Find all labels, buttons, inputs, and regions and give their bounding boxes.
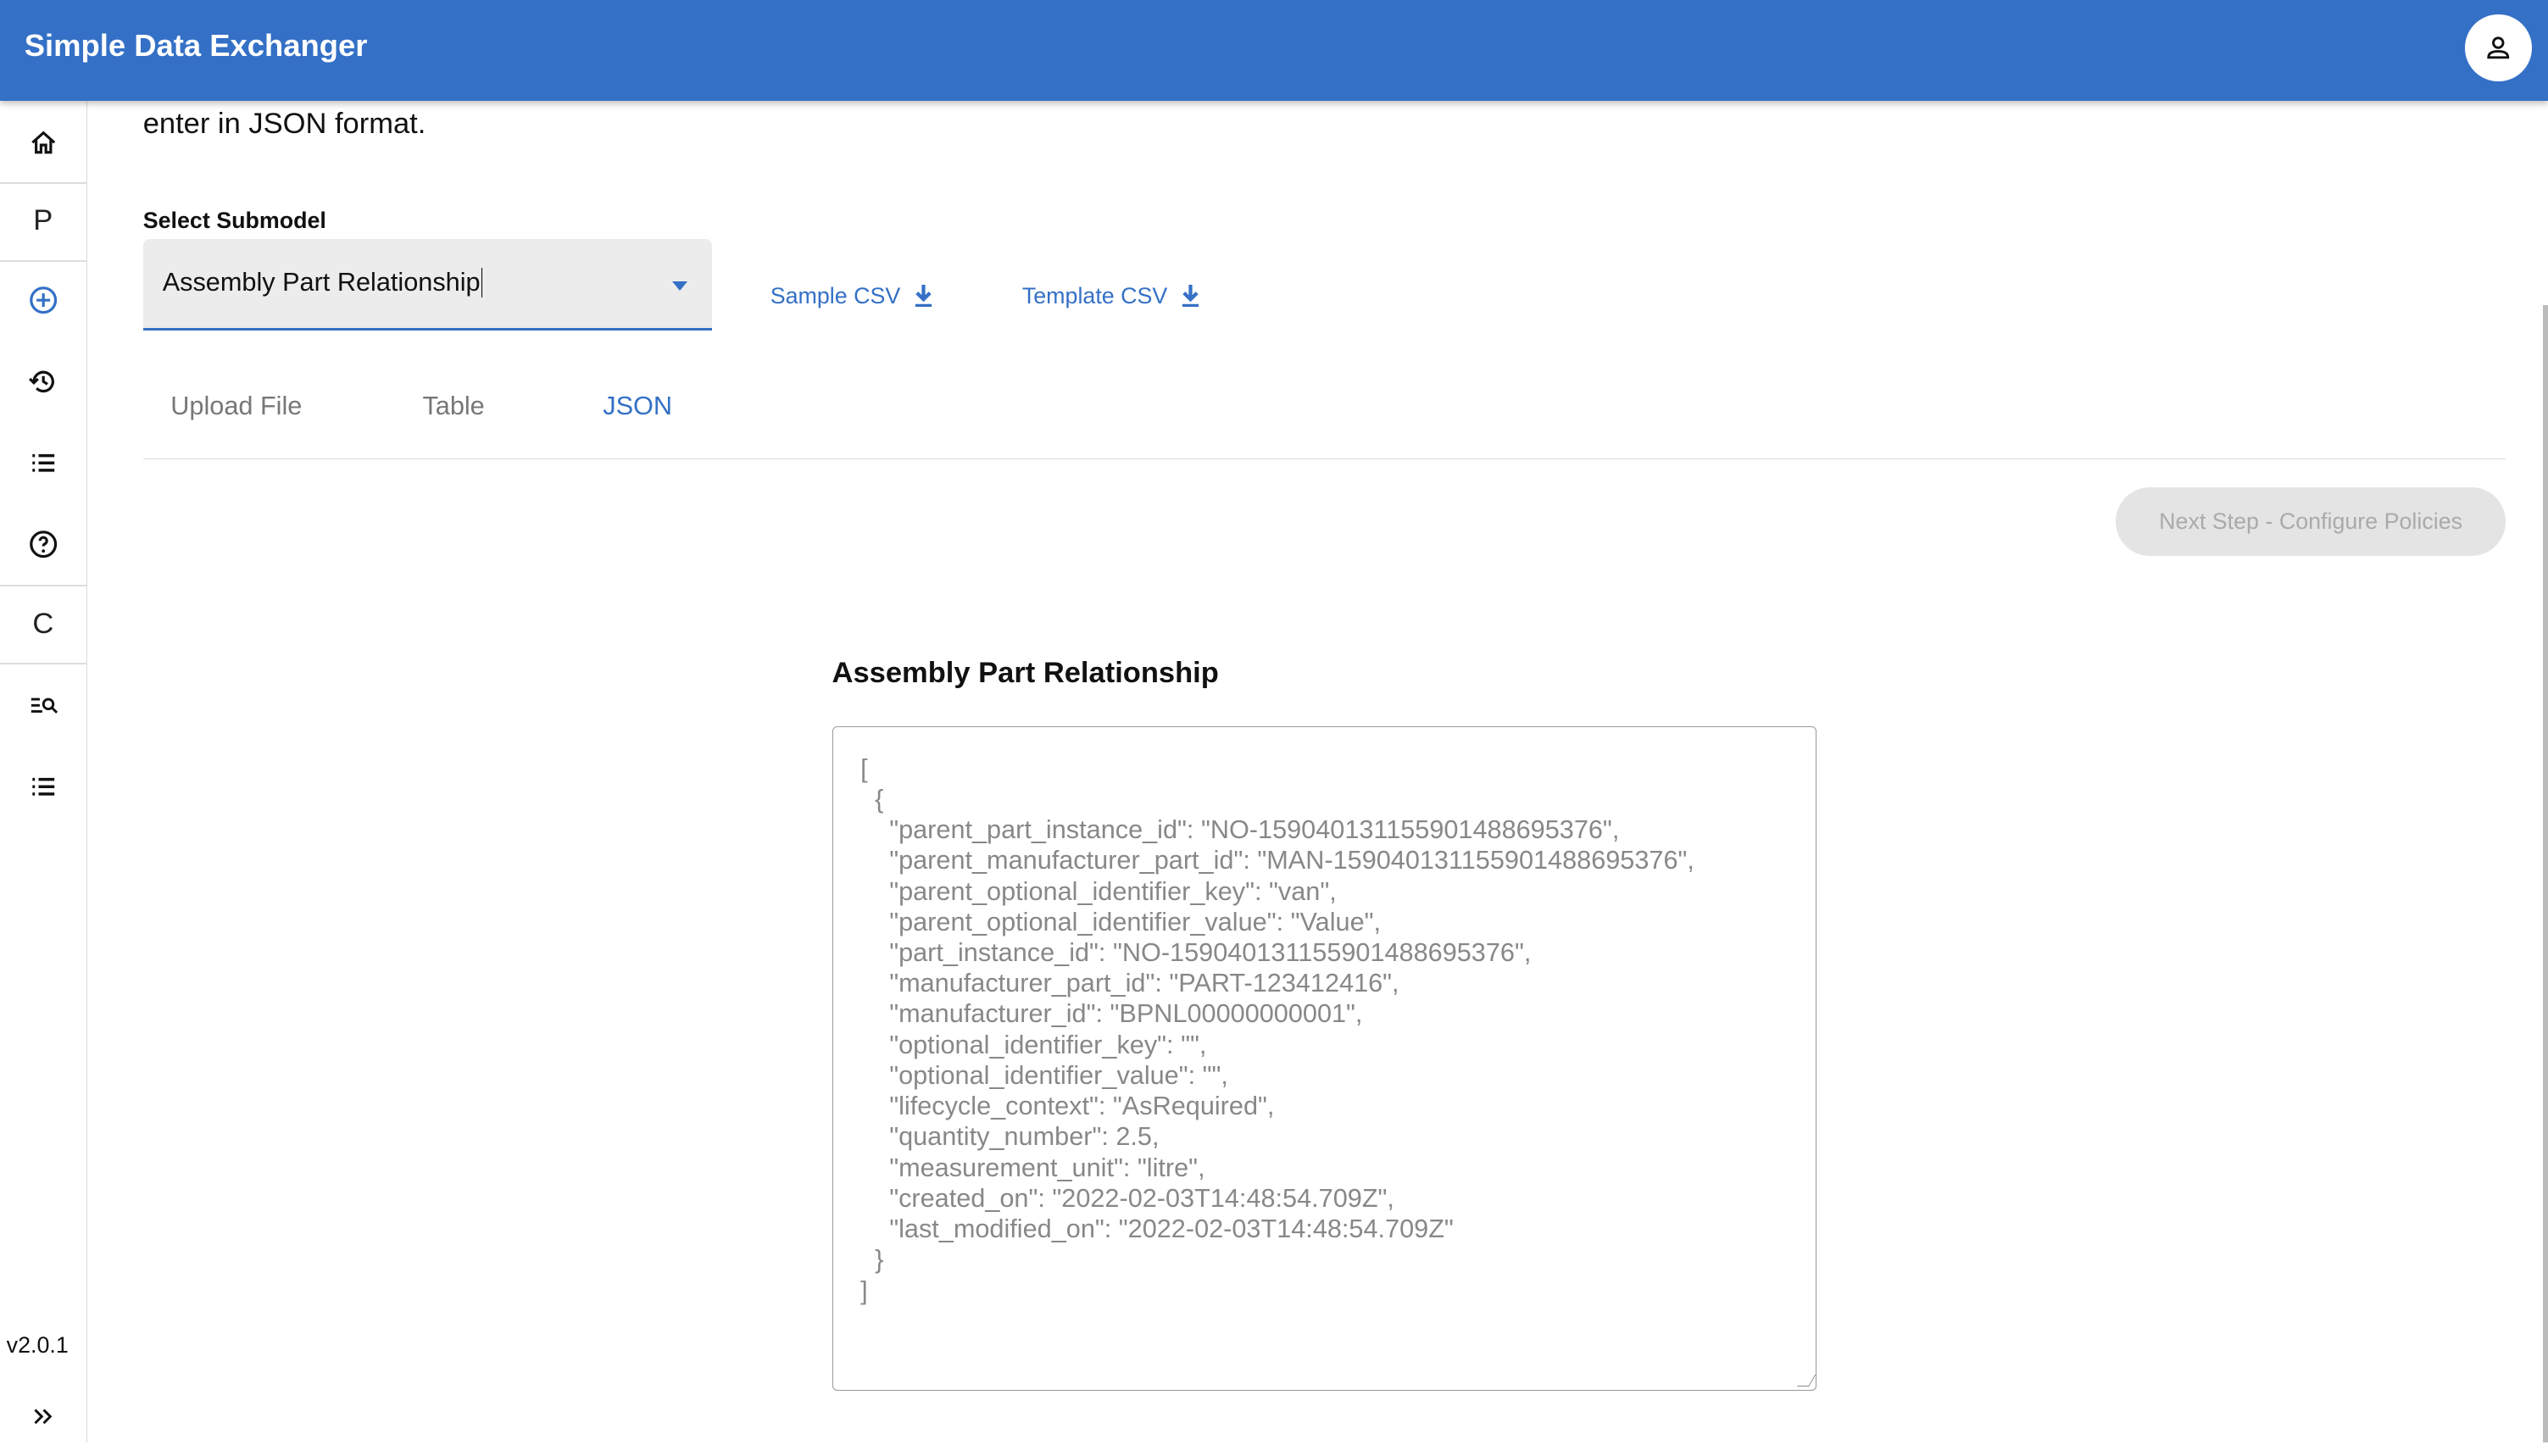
sidebar-item-home[interactable]: [0, 104, 86, 182]
sample-csv-link[interactable]: Sample CSV: [771, 283, 933, 309]
tab-upload-file[interactable]: Upload File: [170, 392, 302, 421]
sidebar-item-search-list[interactable]: [0, 666, 86, 744]
sidebar-item-list[interactable]: [0, 424, 86, 502]
sidebar-item-history[interactable]: [0, 343, 86, 421]
sidebar-item-help[interactable]: [0, 505, 86, 583]
caret-down-icon: [671, 281, 687, 291]
download-icon: [915, 284, 932, 308]
template-csv-label: Template CSV: [1021, 282, 1168, 308]
submodel-select[interactable]: Assembly Part Relationship: [142, 238, 712, 331]
page-scrollbar[interactable]: [2543, 305, 2548, 1443]
json-editor-title: Assembly Part Relationship: [832, 656, 1219, 689]
expand-sidebar-button[interactable]: [0, 1378, 86, 1456]
submodel-select-value: Assembly Part Relationship: [163, 268, 483, 298]
app-title: Simple Data Exchanger: [24, 27, 368, 63]
list-icon: [31, 777, 54, 796]
app-version: v2.0.1: [6, 1332, 69, 1359]
json-input[interactable]: [ { "parent_part_instance_id": "NO-15904…: [832, 725, 1817, 1392]
sidebar: P C v2.0.1: [0, 100, 87, 1443]
sidebar-item-list-2[interactable]: [0, 747, 86, 825]
template-csv-link[interactable]: Template CSV: [1022, 283, 1200, 309]
sidebar-letter-c: C: [32, 607, 54, 640]
intro-text: enter in JSON format.: [142, 107, 426, 140]
sidebar-item-p[interactable]: P: [0, 182, 86, 260]
home-icon: [31, 131, 55, 154]
user-account-button[interactable]: [2465, 14, 2532, 81]
select-submodel-label: Select Submodel: [142, 208, 326, 234]
user-icon: [2487, 36, 2510, 59]
tab-json[interactable]: JSON: [603, 392, 672, 421]
sidebar-item-create[interactable]: [0, 262, 86, 340]
app-header: Simple Data Exchanger: [0, 0, 2548, 101]
search-list-icon: [31, 697, 58, 714]
json-input-text: [ { "parent_part_instance_id": "NO-15904…: [860, 753, 1694, 1305]
history-icon: [28, 370, 54, 393]
help-icon: [29, 531, 57, 559]
tab-table[interactable]: Table: [422, 392, 484, 421]
sample-csv-label: Sample CSV: [770, 282, 901, 308]
download-icon: [1182, 284, 1199, 308]
list-icon: [31, 454, 54, 472]
upload-mode-tabs: Upload File Table JSON: [142, 377, 2506, 459]
chevron-double-right-icon: [34, 1409, 53, 1425]
next-step-button[interactable]: Next Step - Configure Policies: [2116, 487, 2506, 556]
add-circle-icon: [29, 286, 57, 314]
resize-handle-icon[interactable]: [1796, 1374, 1816, 1387]
sidebar-item-c[interactable]: C: [0, 585, 86, 663]
sidebar-letter-p: P: [33, 204, 53, 237]
